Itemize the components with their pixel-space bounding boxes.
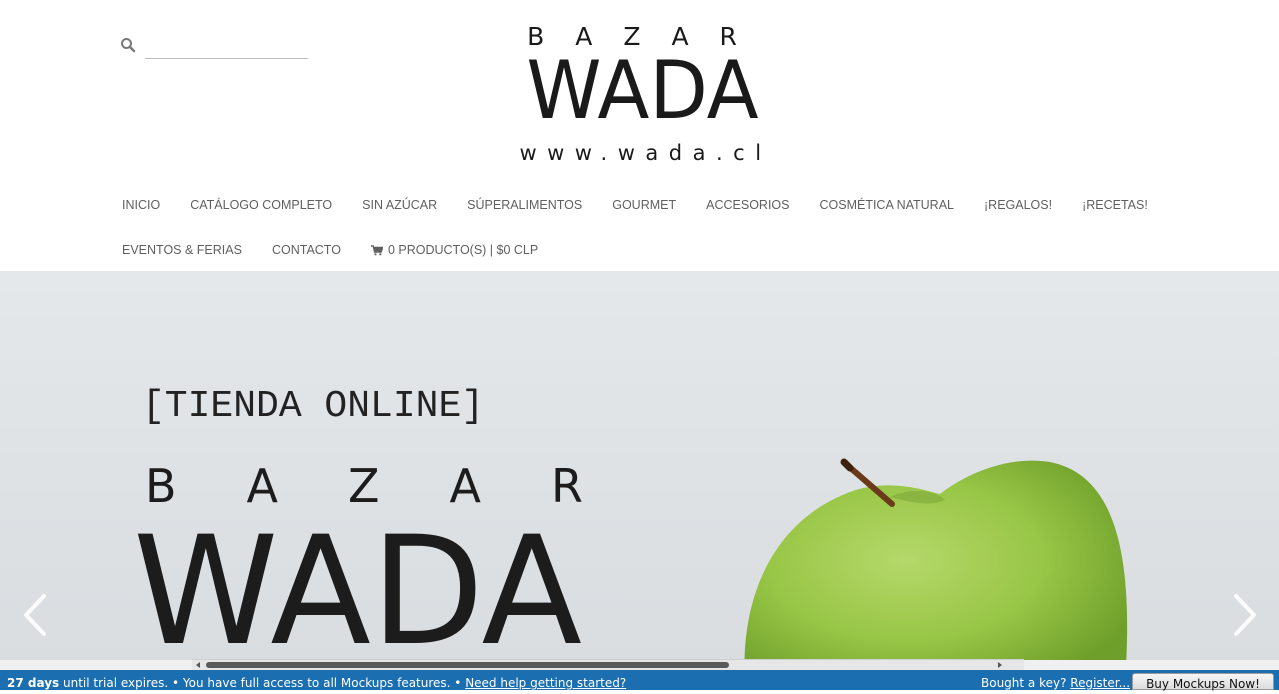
nav-item-gourmet[interactable]: GOURMET: [612, 198, 676, 212]
main-nav-row-1: INICIO CATÁLOGO COMPLETO SIN AZÚCAR SÚPE…: [122, 195, 1178, 215]
register-prompt: Bought a key? Register...: [981, 673, 1130, 693]
nav-item-catalogo-completo[interactable]: CATÁLOGO COMPLETO: [190, 198, 332, 212]
scrollbar-track-right: [1024, 660, 1279, 670]
cart-summary-text: 0 PRODUCTO(S) | $0 CLP: [387, 243, 539, 257]
nav-item-inicio[interactable]: INICIO: [122, 198, 160, 212]
nav-item-regalos[interactable]: ¡REGALOS!: [984, 198, 1052, 212]
main-nav-row-2: EVENTOS & FERIAS CONTACTO 0 PRODUCTO(S) …: [122, 240, 568, 260]
slider-next-arrow-icon[interactable]: [1228, 590, 1262, 640]
search-icon[interactable]: [120, 37, 136, 53]
scroll-right-arrow-icon[interactable]: [998, 662, 1002, 668]
scrollbar-track-left: [0, 660, 192, 670]
nav-item-cosmetica-natural[interactable]: COSMÉTICA NATURAL: [819, 198, 954, 212]
hero-tagline: [TIENDA ONLINE]: [142, 385, 485, 428]
nav-cart-link[interactable]: 0 PRODUCTO(S) | $0 CLP: [370, 243, 539, 257]
nav-item-contacto[interactable]: CONTACTO: [272, 243, 341, 257]
trial-days-count: 27 days: [7, 676, 60, 690]
scroll-left-arrow-icon[interactable]: [196, 662, 200, 668]
register-link[interactable]: Register...: [1070, 676, 1130, 690]
logo-url-text: www.wada.cl: [519, 141, 772, 165]
nav-item-superalimentos[interactable]: SÚPERALIMENTOS: [467, 198, 582, 212]
buy-mockups-button[interactable]: Buy Mockups Now!: [1132, 673, 1274, 691]
nav-item-recetas[interactable]: ¡RECETAS!: [1082, 198, 1148, 212]
help-link[interactable]: Need help getting started?: [465, 676, 626, 690]
nav-item-accesorios[interactable]: ACCESORIOS: [706, 198, 789, 212]
search-input[interactable]: [145, 34, 308, 59]
hero-wada-text: WADA: [133, 505, 583, 660]
trial-notice-text: 27 days until trial expires. • You have …: [7, 673, 626, 693]
hero-slider: [TIENDA ONLINE] BAZAR WADA: [0, 272, 1279, 660]
shopping-cart-icon: [370, 244, 383, 255]
trial-message: until trial expires. • You have full acc…: [59, 676, 466, 690]
nav-item-eventos-ferias[interactable]: EVENTOS & FERIAS: [122, 243, 242, 257]
site-logo[interactable]: BAZAR WADA www.wada.cl: [505, 22, 780, 167]
logo-wada-text: WADA: [526, 44, 759, 137]
nav-item-sin-azucar[interactable]: SIN AZÚCAR: [362, 198, 437, 212]
scrollbar-thumb[interactable]: [206, 662, 729, 668]
green-apple-image: [744, 458, 1128, 660]
site-header: BAZAR WADA www.wada.cl INICIO CATÁLOGO C…: [0, 0, 1279, 272]
slider-prev-arrow-icon[interactable]: [18, 590, 52, 640]
trial-notice-bar: 27 days until trial expires. • You have …: [0, 670, 1279, 690]
bought-key-text: Bought a key?: [981, 676, 1071, 690]
search-box: [120, 34, 310, 60]
